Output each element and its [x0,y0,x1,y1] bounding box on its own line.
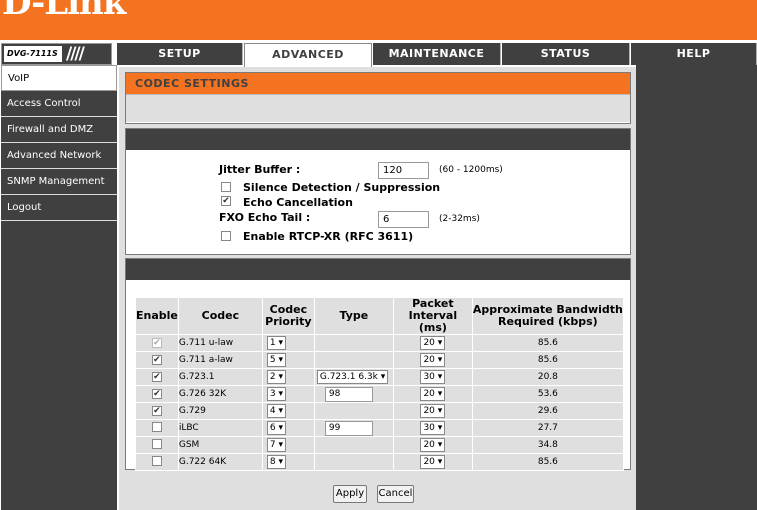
col-interval: Packet Interval (ms) [392,297,473,335]
table-row: ✔ G.729 4 ▾ 20 ▾ 29.6 [135,402,624,420]
silence-detection-checkbox[interactable] [221,182,231,192]
sidebar: VoIP Access Control Firewall and DMZ Adv… [1,65,117,510]
rtcp-xr-checkbox[interactable] [221,231,231,241]
codec-type-select[interactable]: G.723.1 6.3k ▾ [316,370,389,384]
codec-priority-select[interactable]: 1 ▾ [266,336,286,350]
bandwidth-value: 53.6 [471,385,624,403]
model-slashes: //// [66,44,85,64]
packet-interval-select[interactable]: 20 ▾ [420,438,446,452]
sidebar-item-advanced-network[interactable]: Advanced Network [1,143,117,169]
codec-name: G.723.1 [177,368,263,386]
packet-interval-select[interactable]: 20 ▾ [420,404,446,418]
codec-enable-checkbox[interactable]: ✔ [151,355,162,365]
packet-interval-select[interactable]: 20 ▾ [420,455,446,469]
col-priority: Codec Priority [261,297,315,335]
sidebar-item-logout[interactable]: Logout [1,195,117,221]
codec-enable-checkbox[interactable] [151,438,162,449]
jitter-buffer-hint: (60 - 1200ms) [439,165,503,175]
jitter-buffer-input[interactable]: 120 [378,162,429,179]
main-content: CODEC SETTINGS Jitter Buffer : 120 (60 -… [119,67,636,510]
echo-cancellation-checkbox[interactable]: ✔ [221,196,231,206]
codec-name: G.722 64K [177,453,263,471]
codec-priority-select[interactable]: 8 ▾ [266,455,286,469]
codec-name: G.729 [177,402,263,420]
codec-priority-select[interactable]: 7 ▾ [266,438,286,452]
tab-advanced[interactable]: ADVANCED [244,43,372,67]
codec-name: G.711 u-law [177,334,263,352]
codec-table-panel: Enable Codec Codec Priority Type Packet … [125,258,631,471]
codec-name: G.726 32K [177,385,263,403]
codec-settings-panel: CODEC SETTINGS [125,72,631,124]
packet-interval-select[interactable]: 20 ▾ [420,336,446,350]
sidebar-item-snmp[interactable]: SNMP Management [1,169,117,195]
bandwidth-value: 85.6 [471,334,624,352]
codec-enable-checkbox: ✔ [151,338,162,348]
tab-setup[interactable]: SETUP [117,43,243,65]
col-codec: Codec [177,297,263,335]
table-row: GSM 7 ▾ 20 ▾ 34.8 [135,436,624,454]
table-row: ✔ G.711 a-law 5 ▾ 20 ▾ 85.6 [135,351,624,369]
bandwidth-value: 20.8 [471,368,624,386]
table-row: ✔ G.726 32K 3 ▾ 98 20 ▾ 53.6 [135,385,624,403]
codec-priority-select[interactable]: 3 ▾ [266,387,286,401]
table-row: iLBC 6 ▾ 99 30 ▾ 27.7 [135,419,624,437]
col-type: Type [313,297,394,335]
tab-maintenance[interactable]: MAINTENANCE [373,43,501,65]
packet-interval-select[interactable]: 20 ▾ [420,387,446,401]
col-bandwidth: Approximate Bandwidth Required (kbps) [471,297,624,335]
voice-settings-header [126,129,630,150]
tab-help[interactable]: HELP [631,43,757,65]
tab-status[interactable]: STATUS [502,43,630,65]
silence-detection-label: Silence Detection / Suppression [243,181,441,194]
packet-interval-select[interactable]: 30 ▾ [420,421,446,435]
codec-name: G.711 a-law [177,351,263,369]
codec-name: GSM [177,436,263,454]
fxo-echo-tail-hint: (2-32ms) [439,214,480,224]
sidebar-item-access-control[interactable]: Access Control [1,91,117,117]
rtcp-xr-label: Enable RTCP-XR (RFC 3611) [243,230,414,243]
bandwidth-value: 85.6 [471,453,624,471]
packet-interval-select[interactable]: 30 ▾ [420,370,446,384]
codec-type-input[interactable]: 99 [324,420,373,436]
codec-enable-checkbox[interactable] [151,421,162,432]
jitter-buffer-label: Jitter Buffer : [219,163,301,176]
codec-enable-checkbox[interactable]: ✔ [151,406,162,416]
cancel-button[interactable]: Cancel [377,485,414,503]
help-panel [636,65,757,510]
echo-cancellation-label: Echo Cancellation [243,196,353,209]
table-row: G.722 64K 8 ▾ 20 ▾ 85.6 [135,453,624,471]
table-row: ✔ G.723.1 2 ▾ G.723.1 6.3k ▾ 30 ▾ 20.8 [135,368,624,386]
codec-enable-checkbox[interactable]: ✔ [151,389,162,399]
sidebar-item-firewall-dmz[interactable]: Firewall and DMZ [1,117,117,143]
voice-settings-panel: Jitter Buffer : 120 (60 - 1200ms) Silenc… [125,128,631,255]
codec-table: Enable Codec Codec Priority Type Packet … [135,297,624,471]
bandwidth-value: 27.7 [471,419,624,437]
codec-priority-select[interactable]: 2 ▾ [266,370,286,384]
model-badge: DVG-7111S //// [1,43,112,65]
codec-priority-select[interactable]: 4 ▾ [266,404,286,418]
fxo-echo-tail-input[interactable]: 6 [378,211,429,228]
sidebar-item-voip[interactable]: VoIP [1,65,117,91]
codec-priority-select[interactable]: 5 ▾ [266,353,286,367]
header-bar: D-Link [0,0,757,40]
apply-button[interactable]: Apply [333,485,367,503]
packet-interval-select[interactable]: 20 ▾ [420,353,446,367]
col-enable: Enable [135,297,179,335]
codec-table-header [126,259,630,280]
table-row: ✔ G.711 u-law 1 ▾ 20 ▾ 85.6 [135,334,624,352]
dlink-logo: D-Link [2,0,126,23]
bandwidth-value: 85.6 [471,351,624,369]
codec-priority-select[interactable]: 6 ▾ [266,421,286,435]
model-name: DVG-7111S [4,46,62,62]
bandwidth-value: 34.8 [471,436,624,454]
fxo-echo-tail-label: FXO Echo Tail : [219,211,311,224]
codec-type-input[interactable]: 98 [324,386,373,402]
page-title: CODEC SETTINGS [126,73,630,94]
codec-enable-checkbox[interactable] [151,455,162,466]
codec-name: iLBC [177,419,263,437]
bandwidth-value: 29.6 [471,402,624,420]
codec-enable-checkbox[interactable]: ✔ [151,372,162,382]
